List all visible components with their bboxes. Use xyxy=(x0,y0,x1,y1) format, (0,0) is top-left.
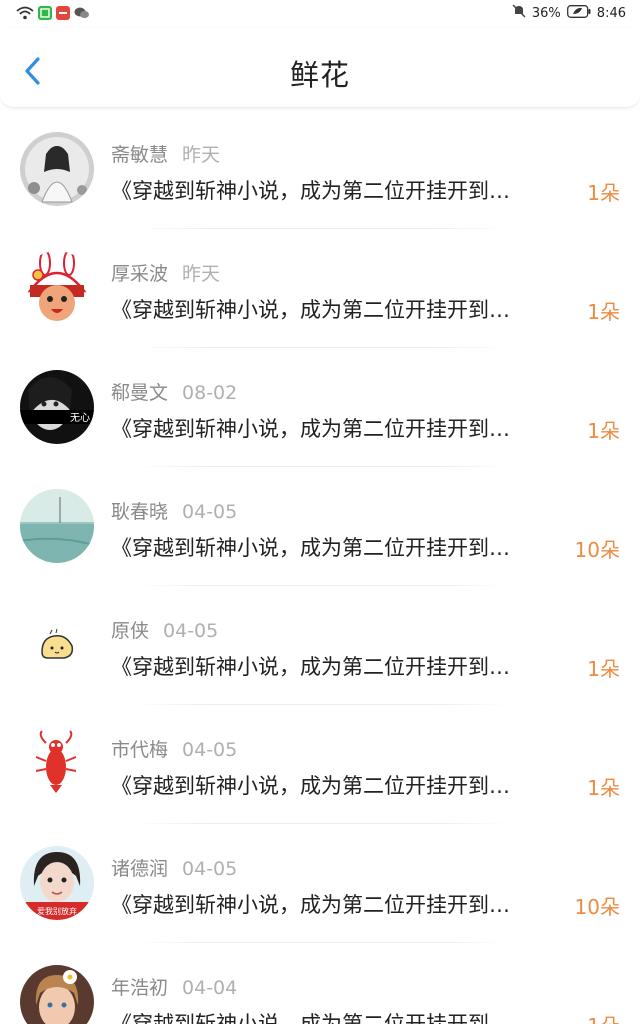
app-notification-icon xyxy=(56,5,70,24)
list-item[interactable]: 耿春晓 04-05 《穿越到斩神小说，成为第二位开挂开到… 10朵 xyxy=(0,467,640,586)
gift-time: 昨天 xyxy=(182,263,221,285)
avatar xyxy=(20,489,94,563)
avatar-text: 爱我别放弃 xyxy=(37,906,77,916)
book-title: 《穿越到斩神小说，成为第二位开挂开到… xyxy=(111,774,510,798)
battery-percent: 36% xyxy=(531,5,561,21)
avatar xyxy=(20,608,94,682)
list-item[interactable]: 爱我别放弃 诸德润 04-05 《穿越到斩神小说，成为第二位开挂开到… 10朵 xyxy=(0,824,640,943)
flower-count: 1朵 xyxy=(587,181,620,205)
user-name: 斋敏慧 xyxy=(111,144,169,166)
user-name: 诸德润 xyxy=(111,858,169,880)
list-item[interactable]: 市代梅 04-05 《穿越到斩神小说，成为第二位开挂开到… 1朵 xyxy=(0,705,640,824)
avatar xyxy=(20,132,94,206)
mute-bell-icon xyxy=(512,4,526,22)
book-title: 《穿越到斩神小说，成为第二位开挂开到… xyxy=(111,298,510,322)
book-title: 《穿越到斩神小说，成为第二位开挂开到… xyxy=(111,417,510,441)
list-item[interactable]: 无心 郗曼文 08-02 《穿越到斩神小说，成为第二位开挂开到… 1朵 xyxy=(0,348,640,467)
gift-time: 04-05 xyxy=(182,501,238,523)
avatar: 无心 xyxy=(20,370,94,444)
flower-count: 10朵 xyxy=(574,895,620,919)
list-item[interactable]: 年浩初 04-04 《穿越到斩神小说，成为第二位开挂开到… 1朵 xyxy=(0,943,640,1024)
battery-icon xyxy=(566,4,591,22)
gift-time: 04-04 xyxy=(182,977,238,999)
gift-time: 04-05 xyxy=(163,620,219,642)
avatar xyxy=(20,251,94,325)
user-name: 原侠 xyxy=(111,620,150,642)
app-notification-icon xyxy=(38,5,52,24)
status-left-icons xyxy=(16,5,90,24)
gift-time: 04-05 xyxy=(182,858,238,880)
status-time: 8:46 xyxy=(596,5,626,21)
avatar-text: 无心 xyxy=(70,412,90,424)
user-name: 郗曼文 xyxy=(111,382,169,404)
user-name: 厚采波 xyxy=(111,263,169,285)
wifi-icon xyxy=(16,5,34,24)
list-item[interactable]: 原侠 04-05 《穿越到斩神小说，成为第二位开挂开到… 1朵 xyxy=(0,586,640,705)
user-name: 年浩初 xyxy=(111,977,169,999)
flower-count: 1朵 xyxy=(587,657,620,681)
gift-time: 04-05 xyxy=(182,739,238,761)
book-title: 《穿越到斩神小说，成为第二位开挂开到… xyxy=(111,1012,510,1024)
status-right: 36% 8:46 xyxy=(512,4,626,22)
header-bar: 鲜花 xyxy=(0,28,640,108)
wechat-icon xyxy=(74,5,90,24)
gift-time: 昨天 xyxy=(182,144,221,166)
flower-count: 1朵 xyxy=(587,419,620,443)
user-name: 市代梅 xyxy=(111,739,169,761)
list-item[interactable]: 厚采波 昨天 《穿越到斩神小说，成为第二位开挂开到… 1朵 xyxy=(0,229,640,348)
book-title: 《穿越到斩神小说，成为第二位开挂开到… xyxy=(111,179,510,203)
book-title: 《穿越到斩神小说，成为第二位开挂开到… xyxy=(111,893,510,917)
list-item[interactable]: 斋敏慧 昨天 《穿越到斩神小说，成为第二位开挂开到… 1朵 xyxy=(0,110,640,229)
avatar xyxy=(20,965,94,1024)
gift-time: 08-02 xyxy=(182,382,238,404)
book-title: 《穿越到斩神小说，成为第二位开挂开到… xyxy=(111,536,510,560)
flower-count: 1朵 xyxy=(587,776,620,800)
avatar xyxy=(20,727,94,801)
flower-count: 1朵 xyxy=(587,300,620,324)
flower-count: 10朵 xyxy=(574,538,620,562)
flower-gift-list: 斋敏慧 昨天 《穿越到斩神小说，成为第二位开挂开到… 1朵 厚采波 昨天 《穿越到斩… xyxy=(0,110,640,1024)
status-bar: 36% 8:46 xyxy=(0,0,640,28)
flower-count: 1朵 xyxy=(587,1010,620,1024)
avatar: 爱我别放弃 xyxy=(20,846,94,920)
user-name: 耿春晓 xyxy=(111,501,169,523)
page-title: 鲜花 xyxy=(289,58,350,92)
book-title: 《穿越到斩神小说，成为第二位开挂开到… xyxy=(111,655,510,679)
